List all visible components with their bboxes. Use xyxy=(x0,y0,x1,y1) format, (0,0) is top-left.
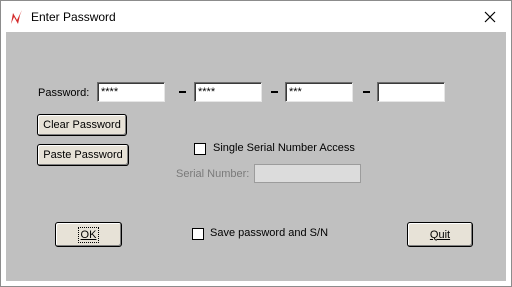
ok-button-label: OK xyxy=(77,226,100,243)
save-password-label: Save password and S/N xyxy=(210,227,329,239)
paste-password-button[interactable]: Paste Password xyxy=(37,144,129,166)
quit-button[interactable]: Quit xyxy=(407,222,473,247)
ok-button[interactable]: OK xyxy=(55,222,122,247)
single-serial-access-label: Single Serial Number Access xyxy=(213,142,355,154)
separator-dash xyxy=(179,91,186,93)
dialog-body: Password: **** **** *** Clear Password P… xyxy=(6,32,506,281)
save-password-checkbox[interactable] xyxy=(192,228,204,240)
password-segment-2[interactable]: **** xyxy=(194,82,262,102)
password-label: Password: xyxy=(38,87,90,99)
serial-number-input[interactable] xyxy=(254,164,361,183)
app-logo-icon xyxy=(11,10,22,24)
separator-dash xyxy=(363,91,370,93)
title-bar: Enter Password xyxy=(1,1,511,32)
password-segment-1[interactable]: **** xyxy=(97,82,165,102)
password-segment-4[interactable] xyxy=(377,82,445,102)
quit-button-label: Quit xyxy=(429,228,451,241)
enter-password-dialog: Enter Password Password: **** **** *** C… xyxy=(0,0,512,287)
separator-dash xyxy=(271,91,278,93)
close-button[interactable] xyxy=(469,1,511,32)
clear-password-button[interactable]: Clear Password xyxy=(37,114,127,136)
close-icon xyxy=(484,11,496,22)
window-title: Enter Password xyxy=(31,10,116,24)
password-segment-3[interactable]: *** xyxy=(285,82,353,102)
single-serial-access-checkbox[interactable] xyxy=(194,143,206,155)
serial-number-label: Serial Number: xyxy=(176,168,250,180)
